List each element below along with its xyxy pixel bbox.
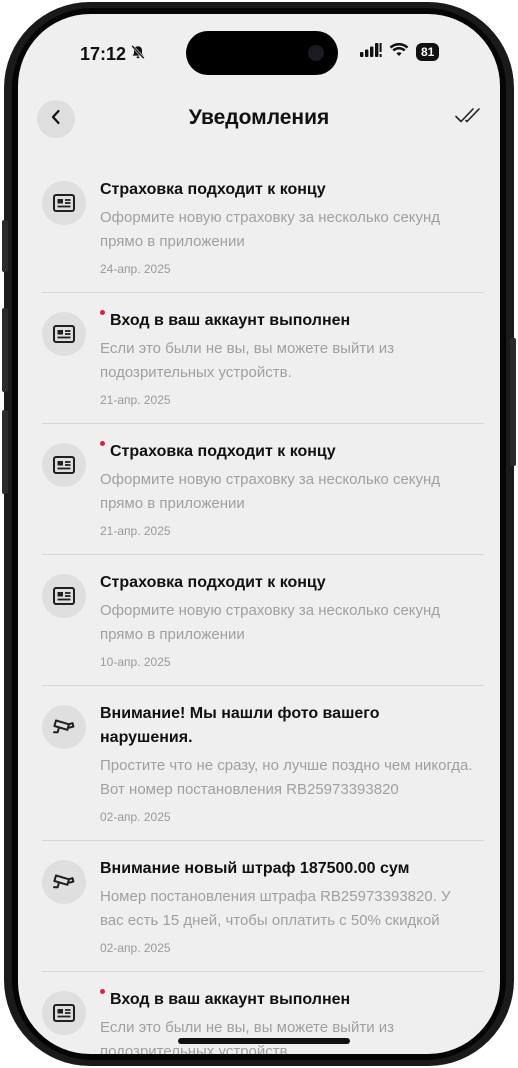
news-icon [53,1004,75,1022]
battery-indicator: 81 [416,43,440,61]
notification-date: 02-апр. 2025 [100,810,171,824]
news-icon [53,325,75,343]
screen: 17:12 81 Уведомления Страховка подходит … [18,14,500,1054]
notification-description: Оформите новую страховку за несколько се… [100,602,441,643]
status-time: 17:12 [80,44,146,65]
wifi-icon [389,42,409,62]
notification-title: Вход в ваш аккаунт выполнен [110,312,351,329]
mark-all-read-button[interactable] [454,106,486,131]
notification-date: 10-апр. 2025 [100,655,171,669]
news-icon-badge [42,574,86,618]
notification-description: Простите что не сразу, но лучше поздно ч… [100,757,473,798]
notification-title: Страховка подходит к концу [100,574,326,591]
camera-icon-badge [42,860,86,904]
unread-dot [100,310,105,315]
notification-description: Номер постановления штрафа RB25973393820… [100,888,451,929]
page-title: Уведомления [188,106,330,129]
notification-date: 24-апр. 2025 [100,262,171,276]
notification-item[interactable]: Страховка подходит к концу Оформите нову… [42,555,484,686]
status-bar: 17:12 81 [18,14,500,94]
news-icon [53,587,75,605]
navigation-header: Уведомления [18,98,500,142]
news-icon-badge [42,312,86,356]
notification-description: Если это были не вы, вы можете выйти из … [100,1019,395,1054]
camera-icon [53,874,75,889]
notification-date: 21-апр. 2025 [100,524,171,538]
news-icon [53,194,75,212]
news-icon-badge [42,443,86,487]
notification-date: 02-апр. 2025 [100,941,171,955]
news-icon [53,456,75,474]
notification-title: Страховка подходит к концу [100,181,326,198]
side-button [510,338,516,466]
double-check-icon [454,108,486,130]
unread-dot [100,441,105,446]
home-indicator[interactable] [178,1038,350,1044]
notification-item[interactable]: Внимание! Мы нашли фото вашего нарушения… [42,686,484,841]
notification-item[interactable]: Страховка подходит к концу Оформите нову… [42,162,484,293]
notification-title-row: Вход в ваш аккаунт выполнен [100,309,484,333]
notification-description: Оформите новую страховку за несколько се… [100,471,441,512]
news-icon-badge [42,991,86,1035]
unread-dot [100,989,105,994]
notification-item[interactable]: Внимание новый штраф 187500.00 сум Номер… [42,841,484,972]
notification-title-row: Вход в ваш аккаунт выполнен [100,988,484,1012]
notification-item[interactable]: Вход в ваш аккаунт выполнен Если это был… [42,293,484,424]
side-button [2,308,8,392]
notification-description: Если это были не вы, вы можете выйти из … [100,340,395,381]
notification-description: Оформите новую страховку за несколько се… [100,209,441,250]
side-button [2,220,8,272]
camera-icon [53,719,75,734]
notification-title: Страховка подходит к концу [110,443,336,460]
dynamic-island [186,31,338,75]
camera-icon-badge [42,705,86,749]
phone-body: 17:12 81 Уведомления Страховка подходит … [2,2,516,1066]
notification-title: Внимание новый штраф 187500.00 сум [100,860,410,877]
notification-title: Вход в ваш аккаунт выполнен [110,991,351,1008]
notification-date: 21-апр. 2025 [100,393,171,407]
bell-muted-icon [130,44,146,65]
side-button [2,410,8,494]
notification-title: Внимание! Мы нашли фото вашего нарушения… [100,705,380,746]
news-icon-badge [42,181,86,225]
status-time-label: 17:12 [80,44,127,64]
notification-item[interactable]: Страховка подходит к концу Оформите нову… [42,424,484,555]
notification-list: Страховка подходит к концу Оформите нову… [42,162,484,1054]
notification-title-row: Страховка подходит к концу [100,440,484,464]
cellular-signal-icon [360,42,382,62]
